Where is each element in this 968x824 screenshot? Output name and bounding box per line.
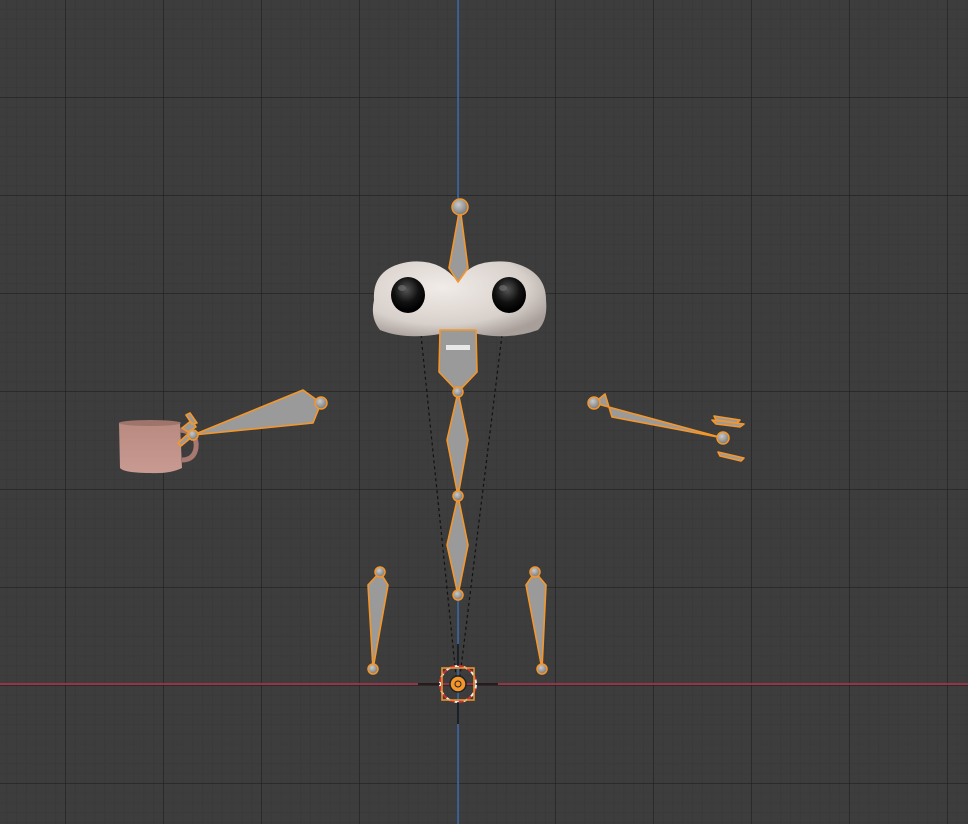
joint-hand-left[interactable] xyxy=(187,429,199,441)
joint-hip-right[interactable] xyxy=(529,566,541,578)
joint-spine-base[interactable] xyxy=(452,589,464,601)
relation-line-left xyxy=(420,334,457,677)
relation-line-right xyxy=(459,334,503,677)
joint-foot-right[interactable] xyxy=(536,663,548,675)
bone-head[interactable] xyxy=(448,206,469,283)
bone-spine-lower[interactable] xyxy=(446,495,469,596)
right-pupil xyxy=(492,277,526,313)
joint-foot-left[interactable] xyxy=(367,663,379,675)
joint-head-tip[interactable] xyxy=(451,198,469,216)
object-origin-icon[interactable] xyxy=(418,644,498,724)
joint-shoulder-left[interactable] xyxy=(314,396,328,410)
bone-jaw[interactable] xyxy=(438,329,478,393)
bone-arm-left[interactable] xyxy=(192,389,322,436)
bone-leg-left[interactable] xyxy=(367,571,389,670)
joint-hip-left[interactable] xyxy=(374,566,386,578)
joint-neck[interactable] xyxy=(452,386,464,398)
bone-arm-right[interactable] xyxy=(593,393,724,439)
viewport-scene[interactable] xyxy=(0,0,968,824)
joint-hand-right[interactable] xyxy=(716,431,730,445)
left-pupil xyxy=(391,277,425,313)
bone-finger-left-3[interactable] xyxy=(185,412,198,425)
bone-leg-right[interactable] xyxy=(525,571,547,670)
bone-spine-upper[interactable] xyxy=(446,391,469,497)
joint-shoulder-right[interactable] xyxy=(587,396,601,410)
joint-spine-mid[interactable] xyxy=(452,490,464,502)
3d-viewport[interactable] xyxy=(0,0,968,824)
bone-finger-right-3[interactable] xyxy=(717,451,745,462)
